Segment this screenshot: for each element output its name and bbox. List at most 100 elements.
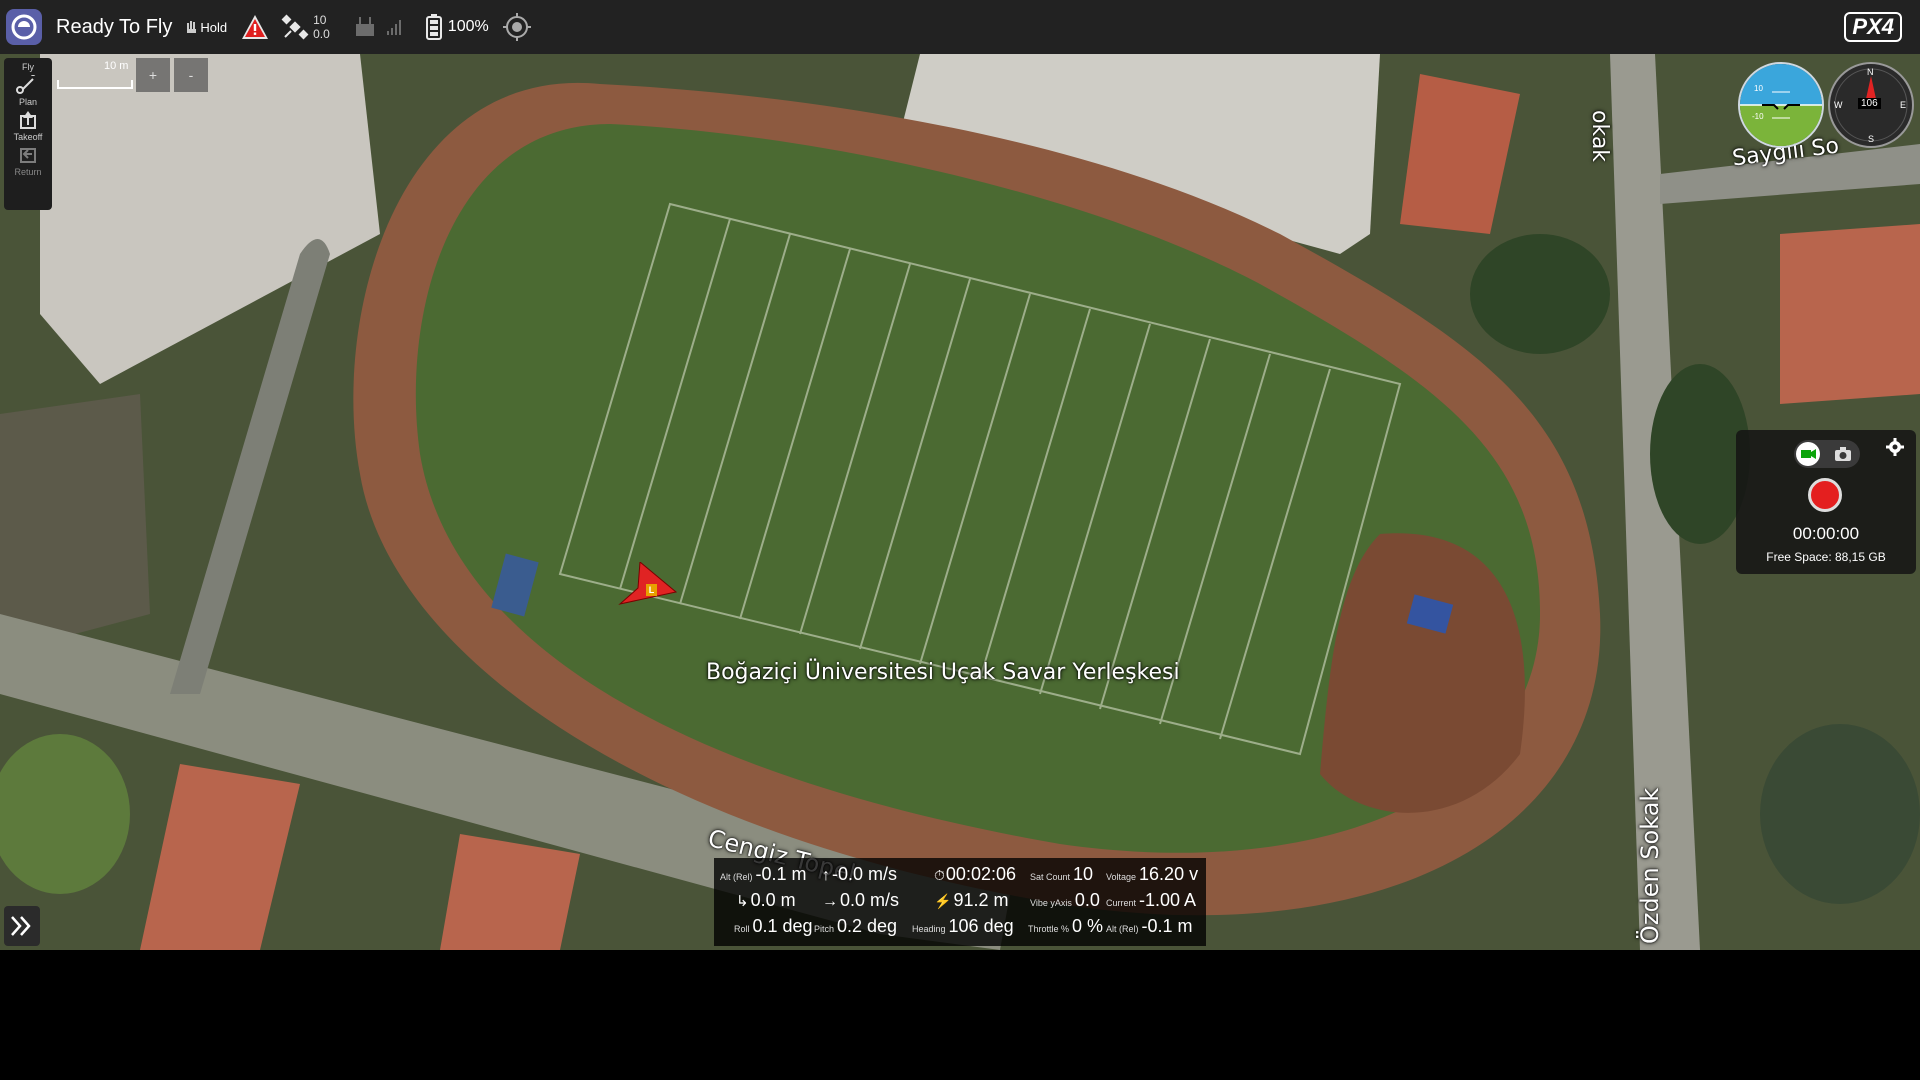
voltage-value: 16.20 v: [1139, 864, 1199, 884]
compass-e: E: [1900, 100, 1907, 110]
warning-button[interactable]: [241, 14, 269, 40]
video-camera-icon: [1801, 449, 1816, 459]
home-distance-icon: ↳: [736, 893, 749, 910]
rc-rssi-indicator[interactable]: [354, 16, 404, 38]
record-button[interactable]: [1808, 478, 1842, 512]
expand-panel-button[interactable]: [4, 906, 40, 946]
photo-mode-button[interactable]: [1834, 446, 1852, 467]
telem-flight-time: ⏱ 00:02:06: [934, 864, 1016, 885]
map-street-label-top: okak: [1587, 110, 1612, 163]
fly-tool-label[interactable]: Fly: [22, 62, 34, 72]
compass: N E S W 106: [1828, 62, 1914, 148]
signal-strength-icon: [386, 20, 401, 35]
compass-w: W: [1834, 100, 1843, 110]
alt-rel2-value: -0.1 m: [1141, 916, 1193, 936]
telem-climb-rate: ↑ -0.0 m/s: [822, 864, 897, 885]
distance-home-value: 0.0 m: [750, 890, 796, 910]
pitch-value: 0.2 deg: [837, 916, 898, 936]
zoom-out-button[interactable]: -: [174, 58, 208, 92]
plan-button[interactable]: Plan: [15, 75, 41, 107]
camera-settings-button[interactable]: [1886, 438, 1904, 461]
rc-transmitter-icon: [355, 17, 374, 36]
battery-indicator[interactable]: 100%: [425, 14, 489, 40]
up-arrow-icon: ↑: [822, 867, 830, 884]
telem-ground-speed: → 0.0 m/s: [822, 890, 899, 911]
vibe-value: 0.0: [1074, 890, 1100, 910]
alt-rel-label: Alt (Rel): [720, 872, 753, 882]
pitch-label: Pitch: [814, 924, 835, 934]
scale-label: 10 m: [104, 60, 129, 72]
camera-mode-toggle[interactable]: [1794, 440, 1860, 468]
current-label: Current: [1106, 898, 1137, 908]
plan-route-icon: [16, 75, 36, 94]
vehicle-status[interactable]: Ready To Fly: [56, 16, 172, 39]
map-street-label-ozden: Özden Sokak: [1636, 787, 1664, 944]
battery-percent: 100%: [447, 18, 489, 35]
free-space-label: Free Space: 88,15 GB: [1766, 550, 1886, 564]
warning-icon: [242, 15, 269, 39]
video-mode-button[interactable]: [1796, 442, 1820, 466]
gear-icon: [1886, 438, 1904, 456]
map-scale: 10 m: [56, 58, 136, 97]
takeoff-icon: [19, 111, 36, 129]
distance-value: 91.2 m: [953, 890, 1009, 910]
gps-status[interactable]: 10 0.0: [281, 13, 330, 41]
recording-timer: 00:00:00: [1792, 524, 1860, 543]
telem-alt-rel-2: Alt (Rel) -0.1 m: [1106, 916, 1193, 937]
flight-time-value: 00:02:06: [945, 864, 1016, 884]
telem-alt-rel: Alt (Rel) -0.1 m: [720, 864, 807, 885]
alt-rel2-label: Alt (Rel): [1106, 924, 1139, 934]
qgc-logo-button[interactable]: [6, 9, 42, 45]
climb-rate-value: -0.0 m/s: [832, 864, 898, 884]
throttle-label: Throttle %: [1028, 924, 1070, 934]
top-toolbar: Ready To Fly Hold 10 0.0 100% PX4: [0, 0, 1920, 54]
telem-pitch: Pitch 0.2 deg: [814, 916, 897, 937]
return-button[interactable]: Return: [14, 145, 42, 177]
vehicle-marker[interactable]: L: [618, 560, 678, 618]
telem-vibe: Vibe yAxis 0.0: [1030, 890, 1100, 911]
zoom-in-button[interactable]: +: [136, 58, 170, 92]
telem-heading: Heading 106 deg: [912, 916, 1014, 937]
telemetry-panel[interactable]: Alt (Rel) -0.1 m ↑ -0.0 m/s ⏱ 00:02:06 S…: [714, 858, 1206, 946]
roll-label: Roll: [734, 924, 750, 934]
telem-voltage: Voltage 16.20 v: [1106, 864, 1198, 885]
double-chevron-right-icon: [11, 916, 31, 936]
sat-count-label: Sat Count: [1030, 872, 1071, 882]
px4-brand-logo: PX4: [1844, 12, 1902, 42]
attitude-lower-label: -10: [1752, 112, 1764, 121]
distance-icon: ⚡: [934, 893, 952, 909]
map-place-label: Boğaziçi Üniversitesi Uçak Savar Yerleşk…: [706, 660, 1180, 685]
qgc-logo-icon: [11, 14, 37, 40]
hand-icon: [187, 21, 197, 33]
plan-label: Plan: [18, 97, 37, 107]
crosshair-icon: [502, 13, 531, 41]
telem-throttle: Throttle % 0 %: [1028, 916, 1103, 937]
tool-strip: Fly Plan Takeoff Return: [4, 58, 52, 210]
satellite-map[interactable]: Boğaziçi Üniversitesi Uçak Savar Yerleşk…: [0, 54, 1920, 950]
return-label: Return: [14, 167, 42, 177]
current-value: -1.00 A: [1139, 890, 1197, 910]
battery-icon: [425, 14, 442, 40]
alt-rel-value: -0.1 m: [755, 864, 807, 884]
heading-value: 106 deg: [948, 916, 1014, 936]
photo-camera-icon: [1835, 447, 1851, 461]
right-arrow-icon: →: [822, 893, 838, 910]
camera-panel: 00:00:00 Free Space: 88,15 GB: [1736, 430, 1916, 574]
rtk-gps-button[interactable]: [502, 13, 531, 41]
home-marker-label: L: [646, 584, 657, 596]
ground-speed-value: 0.0 m/s: [840, 890, 900, 910]
bottom-black-area: [0, 950, 1920, 1080]
gps-hdop: 0.0: [313, 27, 330, 41]
attitude-upper-label: 10: [1754, 84, 1763, 93]
telem-distance-home: ↳ 0.0 m: [736, 890, 796, 911]
compass-n: N: [1867, 67, 1874, 77]
vibe-label: Vibe yAxis: [1030, 898, 1072, 908]
flight-mode-selector[interactable]: Hold: [186, 20, 227, 35]
throttle-value: 0 %: [1072, 916, 1104, 936]
telem-distance: ⚡ 91.2 m: [934, 890, 1008, 911]
takeoff-button[interactable]: Takeoff: [14, 110, 42, 142]
compass-heading-value: 106: [1858, 98, 1881, 109]
return-home-icon: [19, 148, 36, 163]
heading-label: Heading: [912, 924, 946, 934]
voltage-label: Voltage: [1106, 872, 1137, 882]
